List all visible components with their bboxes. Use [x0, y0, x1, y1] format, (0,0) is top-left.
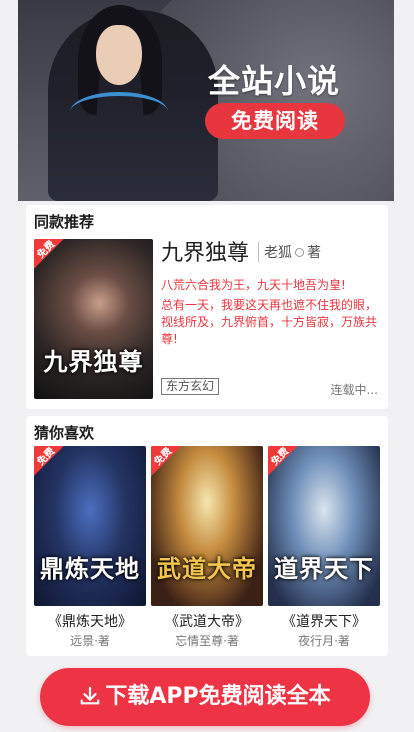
author-dot-icon — [295, 248, 304, 257]
cover-title: 鼎炼天地 — [40, 554, 140, 583]
banner-title: 全站小说 — [207, 62, 340, 100]
recommend-book-cover[interactable]: 免费 九界独尊 — [34, 239, 153, 399]
guess-book-title[interactable]: 《武道大帝》 — [151, 611, 263, 631]
guess-book-cover[interactable]: 免费 鼎炼天地 — [34, 446, 146, 606]
recommend-section-title: 同款推荐 — [34, 213, 95, 231]
download-app-label: 下载APP免费阅读全本 — [105, 684, 331, 709]
free-badge: 免费 — [34, 239, 64, 269]
guess-book-author: 远景·著 — [70, 634, 110, 648]
banner-character-collar — [70, 92, 168, 132]
guess-book-author: 忘情至尊·著 — [175, 634, 239, 648]
free-badge: 免费 — [34, 446, 64, 476]
cover-title: 道界天下 — [274, 554, 374, 583]
guess-book-title[interactable]: 《道界天下》 — [268, 611, 380, 631]
guess-book-author: 夜行月·著 — [298, 634, 350, 648]
cover-title: 九界独尊 — [43, 347, 144, 376]
guess-book-title[interactable]: 《鼎炼天地》 — [34, 611, 146, 631]
download-icon — [81, 686, 100, 705]
book-tagline: 八荒六合我为王，九天十地吾为皇! — [161, 278, 346, 292]
free-badge: 免费 — [268, 446, 298, 476]
book-description: 总有一天，我要这天再也遮不住我的眼，视线所及，九界俯首，十方皆寂，万族共尊! — [161, 298, 378, 346]
book-author: 老狐著 — [258, 242, 321, 262]
cover-title: 武道大帝 — [157, 554, 257, 583]
guess-book-cover[interactable]: 免费 武道大帝 — [151, 446, 263, 606]
banner-character-face — [96, 25, 142, 85]
download-app-button[interactable]: 下载APP免费阅读全本 — [40, 668, 370, 726]
recommend-card[interactable]: 同款推荐 免费 九界独尊 九界独尊 老狐著 八荒六合我为王，九天十地吾为皇! 总… — [26, 205, 388, 409]
book-title[interactable]: 九界独尊 — [161, 235, 249, 267]
guess-you-like-card: 猜你喜欢 免费 鼎炼天地 《鼎炼天地》 远景·著 免费 武道大帝 《武道大帝》 … — [26, 416, 388, 656]
promo-banner[interactable]: 全站小说 免费阅读 — [18, 0, 394, 201]
serial-status: 连载中... — [330, 383, 378, 397]
guess-section-title: 猜你喜欢 — [34, 424, 95, 442]
genre-tag[interactable]: 东方玄幻 — [161, 378, 220, 395]
free-badge: 免费 — [151, 446, 181, 476]
banner-free-read-pill[interactable]: 免费阅读 — [205, 103, 345, 139]
guess-book-cover[interactable]: 免费 道界天下 — [268, 446, 380, 606]
